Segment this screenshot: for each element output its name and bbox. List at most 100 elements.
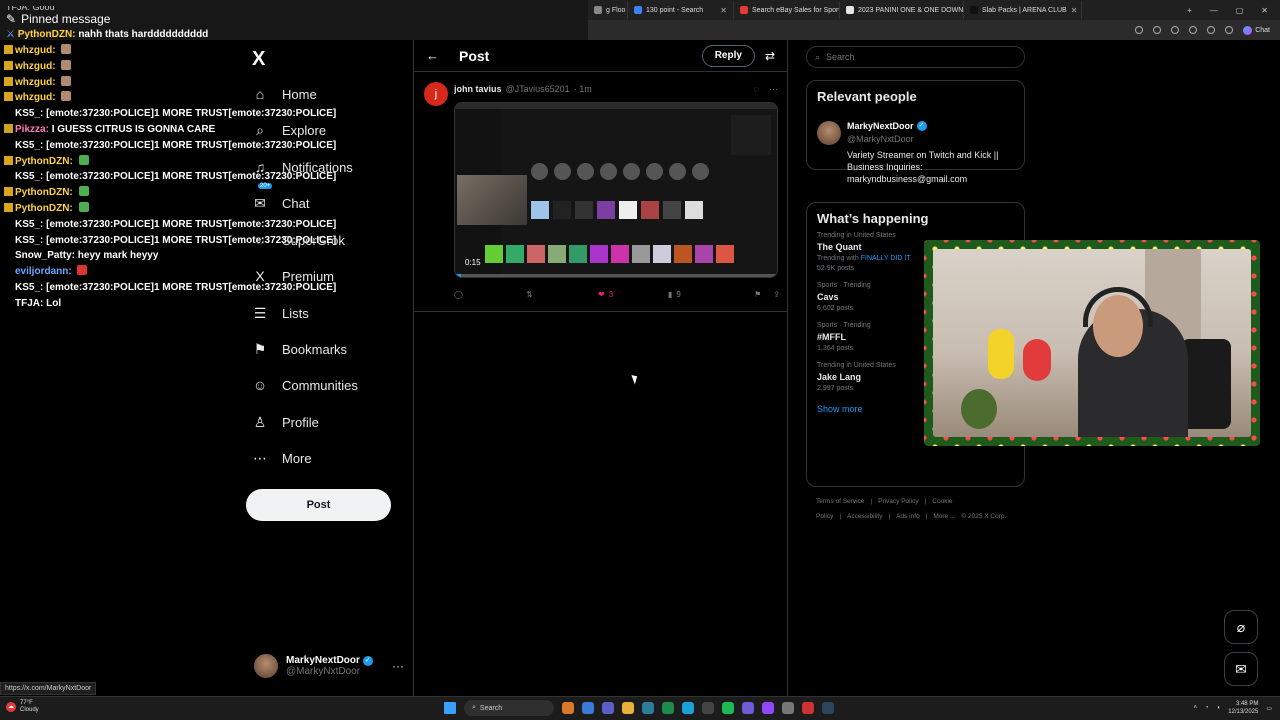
clock[interactable]: 3:48 PM 12/13/2025 — [1228, 700, 1258, 716]
spotify-icon[interactable] — [722, 702, 734, 714]
close-tab-icon[interactable]: ✕ — [720, 6, 727, 15]
app-icon[interactable] — [642, 702, 654, 714]
webcam-toy — [1023, 339, 1051, 381]
view-count: 9 — [676, 290, 681, 299]
browser-tab[interactable]: 130 point - Search ✕ — [628, 1, 734, 19]
settings-icon[interactable] — [782, 702, 794, 714]
nav-profile[interactable]: ♙ Profile — [252, 404, 319, 440]
chat-emote-icon — [77, 265, 88, 276]
avatar[interactable] — [817, 121, 841, 145]
relevant-people-panel: Relevant people MarkyNextDoor ✓ @MarkyNxt… — [806, 80, 1025, 184]
obs-icon[interactable] — [802, 702, 814, 714]
profile-icon[interactable] — [1225, 26, 1234, 34]
search-input[interactable]: ⌕ Search — [806, 46, 1025, 68]
teams-icon[interactable] — [602, 702, 614, 714]
steam-icon[interactable] — [822, 702, 834, 714]
chat-emote-icon — [61, 59, 72, 70]
chat-message: TFJA: Lol — [4, 296, 584, 312]
trend-related-link[interactable]: FINALLY DID IT — [861, 255, 911, 262]
minimize-button[interactable]: — — [1210, 6, 1218, 15]
footer-link[interactable]: More ... — [933, 513, 955, 520]
footer-link[interactable]: Privacy Policy — [878, 498, 918, 505]
chat-text: I GUESS CITRUS IS GONNA CARE — [51, 123, 216, 135]
chat-text: [emote:37230:POLICE]1 MORE TRUST[emote:3… — [46, 139, 337, 151]
bookmark-icon: ⚑ — [253, 340, 267, 357]
browser-tab[interactable]: g Floo✕ — [588, 1, 628, 19]
chat-emote-icon — [61, 75, 72, 86]
volume-icon[interactable]: ◖ — [1217, 705, 1221, 711]
extension-icon[interactable] — [1153, 26, 1162, 34]
window-controls: + — ▢ ✕ — [1187, 6, 1280, 15]
reply-button[interactable]: Reply — [701, 44, 755, 67]
nav-label: More — [282, 450, 312, 466]
taskbar-search[interactable]: ⌕ Search — [464, 700, 554, 716]
nav-more[interactable]: ⋯ More — [252, 440, 312, 476]
taskbar-search-label: Search — [479, 704, 503, 712]
account-switcher[interactable]: MarkyNextDoor ✓ @MarkyNxtDoor ··· — [254, 650, 404, 682]
bookmark-icon[interactable]: ⚑ — [754, 290, 761, 299]
footer-link[interactable]: © 2025 X Corp. — [961, 513, 1006, 520]
chat-message: Pikzza: I GUESS CITRUS IS GONNA CARE — [4, 122, 584, 138]
footer-links: Terms of Service | Privacy Policy | Cookie P… — [816, 494, 1026, 524]
extension-icon[interactable] — [1171, 26, 1180, 34]
share-icon[interactable]: ⇪ — [773, 290, 780, 299]
app-icon[interactable] — [762, 702, 774, 714]
network-icon[interactable]: ◔ — [1205, 705, 1209, 711]
discord-icon[interactable] — [742, 702, 754, 714]
maximize-button[interactable]: ▢ — [1236, 6, 1244, 15]
footer-link[interactable]: Accessibility — [847, 513, 882, 520]
extension-icon[interactable] — [1189, 26, 1198, 34]
copilot-chat-button[interactable]: Chat — [1243, 25, 1270, 35]
pinned-message: TFJA: Good ✎ Pinned message ⚔ PythonDZN: … — [0, 0, 588, 40]
browser-toolbar: Chat — [588, 20, 1280, 40]
weather-widget[interactable]: ☁ 77°F Cloudy — [6, 700, 39, 714]
app-icon[interactable] — [662, 702, 674, 714]
grok-icon[interactable]: ◌ — [754, 84, 759, 94]
views-action[interactable]: ▮ 9 — [668, 290, 740, 299]
browser-tab[interactable]: 2023 PANINI ONE & ONE DOWNT✕ — [840, 1, 964, 19]
pinned-title-label: Pinned message — [21, 12, 111, 26]
chat-badge-icon — [4, 123, 13, 133]
chat-message: KS5_: [emote:37230:POLICE]1 MORE TRUST[e… — [4, 233, 584, 249]
webcam-toy — [988, 329, 1014, 379]
weather-text: 77°F Cloudy — [20, 700, 39, 714]
nav-bookmarks[interactable]: ⚑ Bookmarks — [252, 331, 347, 367]
close-window-button[interactable]: ✕ — [1261, 6, 1268, 15]
nav-label: Communities — [282, 377, 358, 393]
footer-link[interactable]: Terms of Service — [816, 498, 864, 505]
tab-favicon-icon — [594, 6, 602, 14]
file-explorer-icon[interactable] — [622, 702, 634, 714]
close-tab-icon[interactable]: ✕ — [1071, 6, 1078, 15]
extension-icon[interactable] — [1135, 26, 1144, 34]
chat-message: PythonDZN: — [4, 185, 584, 201]
relevant-handle[interactable]: @MarkyNxtDoor — [847, 134, 914, 144]
chat-username: eviljordann: — [15, 266, 72, 278]
nav-communities[interactable]: ☺ Communities — [252, 367, 358, 403]
windows-start-icon[interactable] — [444, 702, 456, 714]
notifications-icon[interactable]: ▭ — [1266, 705, 1272, 712]
messages-icon[interactable]: ✉ — [1224, 652, 1258, 686]
account-handle: @MarkyNxtDoor — [286, 666, 361, 677]
relevant-people-title: Relevant people — [817, 89, 917, 104]
chat-text: [emote:37230:POLICE]1 MORE TRUST[emote:3… — [46, 218, 337, 230]
tab-favicon-icon — [634, 6, 642, 14]
sliders-icon[interactable]: ⇄ — [765, 49, 775, 63]
app-icon[interactable] — [702, 702, 714, 714]
edge-icon[interactable] — [682, 702, 694, 714]
browser-tab[interactable]: Search eBay Sales for Sports Cards✕ — [734, 1, 840, 19]
more-options-icon[interactable]: ··· — [392, 659, 404, 673]
footer-link[interactable]: Ads info — [896, 513, 920, 520]
mouse-cursor — [631, 373, 640, 385]
more-options-icon[interactable]: ··· — [769, 84, 778, 94]
app-icon[interactable] — [562, 702, 574, 714]
chat-message: whzgud: — [4, 43, 584, 59]
like-action[interactable]: ❤ 3 — [598, 290, 668, 299]
tray-chevron-icon[interactable]: ˄ — [1194, 705, 1198, 711]
relevant-name-row[interactable]: MarkyNextDoor ✓ — [847, 121, 927, 131]
favorites-icon[interactable] — [1207, 26, 1216, 34]
post-button[interactable]: Post — [246, 489, 391, 521]
grok-icon[interactable]: ⌀ — [1224, 610, 1258, 644]
browser-tab[interactable]: Slab Packs | ARENA CLUB ✕ — [964, 1, 1082, 19]
app-icon[interactable] — [582, 702, 594, 714]
new-tab-button[interactable]: + — [1187, 6, 1192, 15]
